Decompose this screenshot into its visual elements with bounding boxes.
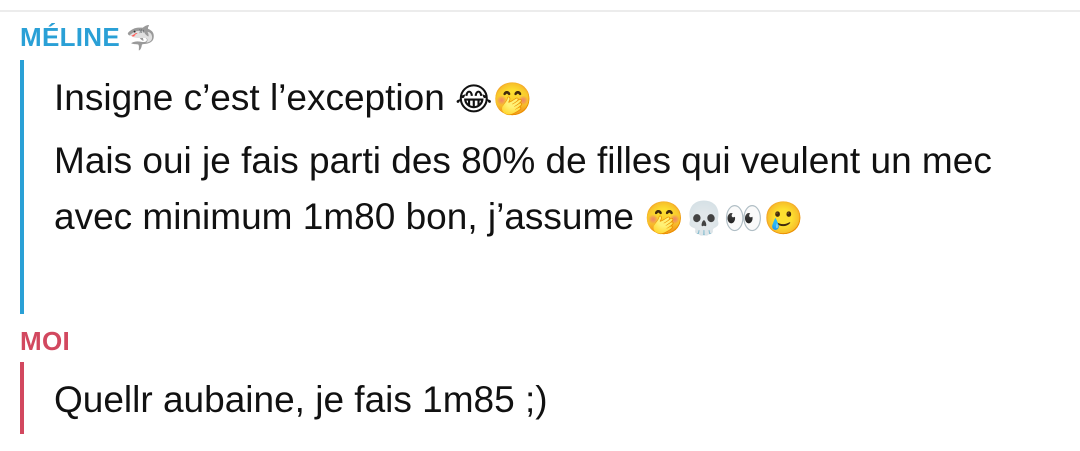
chat-message-text: Insigne c’est l’exception — [54, 77, 456, 118]
laughing-icon: 😂🤭 — [455, 81, 533, 117]
sender-name-label: MÉLINE — [20, 22, 121, 52]
chat-message[interactable]: Quellr aubaine, je fais 1m85 ;) — [54, 372, 1054, 428]
chat-message-text: Quellr aubaine, je fais 1m85 ;) — [54, 379, 548, 420]
message-group-moi: Quellr aubaine, je fais 1m85 ;) — [20, 362, 1054, 434]
chat-message[interactable]: Insigne c’est l’exception 😂🤭 — [54, 70, 1054, 127]
emoji-sequence-icon: 🤭💀👀🥲 — [644, 200, 804, 236]
top-divider — [0, 10, 1080, 12]
sender-name-meline: MÉLINE 🦈 — [20, 22, 156, 53]
sender-name-moi: MOI — [20, 326, 70, 357]
sender-name-label: MOI — [20, 326, 71, 356]
message-group-meline: Insigne c’est l’exception 😂🤭 Mais oui je… — [20, 60, 1054, 314]
shark-icon: 🦈 — [126, 25, 157, 52]
chat-message-text: Mais oui je fais parti des 80% de filles… — [54, 140, 992, 237]
chat-message[interactable]: Mais oui je fais parti des 80% de filles… — [54, 133, 1054, 246]
